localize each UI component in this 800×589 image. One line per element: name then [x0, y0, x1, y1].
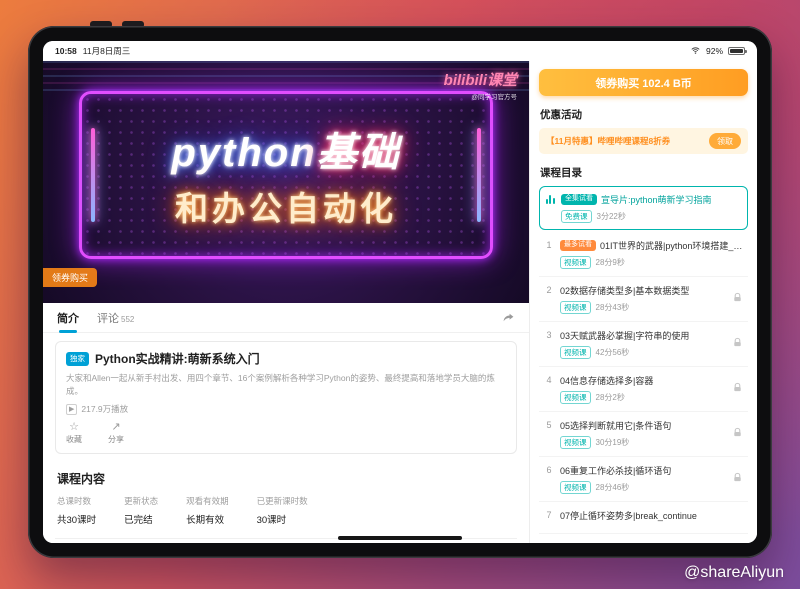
course-title: Python实战精讲:萌新系统入门	[95, 350, 260, 367]
buy-button[interactable]: 领券购买 102.4 B币	[539, 69, 748, 96]
tab-intro[interactable]: 简介	[57, 310, 79, 326]
star-icon: ☆	[69, 422, 79, 433]
lesson-row[interactable]: 7 07停止循环姿势多|break_continue	[539, 502, 748, 534]
lesson-row[interactable]: 4 04信息存储选择多|容器 视频课 28分2秒	[539, 367, 748, 412]
lesson-duration: 28分9秒	[596, 257, 625, 268]
lesson-row[interactable]: 6 06重复工作必杀技|循环语句 视频课 28分46秒	[539, 457, 748, 502]
coupon-text: 【11月特惠】哔哩哔哩课程8折券	[546, 135, 670, 147]
play-icon: ▶	[66, 404, 77, 415]
lesson-badge: 最多试看	[560, 240, 596, 251]
lesson-title: 06重复工作必杀技|循环语句	[560, 464, 722, 477]
lesson-duration: 42分56秒	[596, 347, 630, 358]
promo-title: 优惠活动	[540, 107, 747, 122]
lesson-row[interactable]: 2 02数据存储类型多|基本数据类型 视频课 28分43秒	[539, 277, 748, 322]
lesson-tag: 视频课	[560, 481, 591, 494]
section-course-content: 课程内容 总课时数 共30课时 更新状态 已完结 观看有效期 长期有效	[55, 462, 517, 532]
catalog-title: 课程目录	[540, 165, 747, 180]
neon-tube	[91, 128, 95, 222]
share-icon[interactable]	[502, 311, 515, 324]
lesson-number: 1	[544, 240, 554, 250]
main-panel: python基础 和办公自动化 bilibili课堂 @同学习官方号 领券购买 …	[43, 61, 529, 543]
lesson-title: 02数据存储类型多|基本数据类型	[560, 284, 722, 297]
neon-tube	[477, 128, 481, 222]
video-player[interactable]: python基础 和办公自动化 bilibili课堂 @同学习官方号 领券购买	[43, 61, 529, 303]
lesson-number: 6	[544, 465, 554, 475]
lesson-duration: 30分19秒	[596, 437, 630, 448]
content-item: 总课时数 共30课时	[57, 495, 96, 526]
lesson-number: 5	[544, 420, 554, 430]
lesson-tag: 视频课	[560, 391, 591, 404]
lesson-title: 01IT世界的武器|python环境搭建_第一个	[600, 239, 743, 252]
battery-icon	[728, 47, 745, 55]
share-button[interactable]: ↗ 分享	[108, 422, 124, 445]
lock-icon	[732, 290, 743, 308]
lesson-row[interactable]: 3 03天赋武器必掌握|字符串的使用 视频课 42分56秒	[539, 322, 748, 367]
status-date: 11月8日周三	[83, 45, 131, 57]
content-item: 观看有效期 长期有效	[186, 495, 229, 526]
coupon-tag-overlay[interactable]: 领券购买	[43, 268, 97, 287]
lesson-title: 05选择判断就用它|条件语句	[560, 419, 722, 432]
exclusive-badge: 独家	[66, 352, 89, 366]
lesson-number: 4	[544, 375, 554, 385]
neon-sign: python基础 和办公自动化	[79, 91, 493, 259]
tab-bar: 简介 评论552	[43, 303, 529, 333]
tablet-device: 10:58 11月8日周三 92%	[28, 26, 772, 558]
lesson-tag: 视频课	[560, 346, 591, 359]
lesson-number: 3	[544, 330, 554, 340]
bilibili-logo: bilibili课堂 @同学习官方号	[444, 69, 517, 101]
content-item: 更新状态 已完结	[124, 495, 158, 526]
lesson-number: 2	[544, 285, 554, 295]
lesson-tag: 视频课	[560, 436, 591, 449]
lesson-badge: 全集试看	[561, 194, 597, 205]
lesson-title: 宣导片:python萌新学习指南	[601, 193, 742, 206]
lock-icon	[732, 470, 743, 488]
lesson-duration: 28分46秒	[596, 482, 630, 493]
lesson-title: 04信息存储选择多|容器	[560, 374, 722, 387]
play-count: ▶ 217.9万播放	[66, 403, 506, 415]
lesson-tag: 免费课	[561, 210, 592, 223]
lesson-row[interactable]: 1 最多试看 01IT世界的武器|python环境搭建_第一个 视频课 28分9…	[539, 232, 748, 277]
battery-percent: 92%	[706, 46, 723, 56]
lesson-list: 全集试看 宣导片:python萌新学习指南 免费课 3分22秒 1 最多试看 0…	[539, 186, 748, 534]
sidebar: 领券购买 102.4 B币 优惠活动 【11月特惠】哔哩哔哩课程8折券 领取 课…	[529, 61, 757, 543]
coupon-banner[interactable]: 【11月特惠】哔哩哔哩课程8折券 领取	[539, 128, 748, 154]
comments-count: 552	[121, 315, 134, 324]
lesson-duration: 28分2秒	[596, 392, 625, 403]
playing-icon	[545, 194, 555, 204]
course-description: 大家和Allen一起从新手村出发、用四个章节、16个案例解析各种学习Python…	[66, 372, 506, 398]
course-card: 独家 Python实战精讲:萌新系统入门 大家和Allen一起从新手村出发、用四…	[55, 341, 517, 454]
claim-button[interactable]: 领取	[709, 133, 741, 149]
lesson-number: 7	[544, 510, 554, 520]
screen: 10:58 11月8日周三 92%	[43, 41, 757, 543]
tab-comments[interactable]: 评论552	[97, 310, 134, 326]
neon-title-line1: python基础	[171, 120, 400, 178]
lock-icon	[732, 335, 743, 353]
home-indicator[interactable]	[338, 536, 462, 540]
watermark: @shareAliyun	[684, 564, 784, 582]
lesson-duration: 28分43秒	[596, 302, 630, 313]
lock-icon	[732, 380, 743, 398]
lesson-title: 07停止循环姿势多|break_continue	[560, 509, 743, 522]
lesson-tag: 视频课	[560, 256, 591, 269]
status-time: 10:58	[55, 46, 77, 56]
lesson-tag: 视频课	[560, 301, 591, 314]
lesson-title: 03天赋武器必掌握|字符串的使用	[560, 329, 722, 342]
lesson-row[interactable]: 5 05选择判断就用它|条件语句 视频课 30分19秒	[539, 412, 748, 457]
course-content-title: 课程内容	[57, 470, 515, 487]
neon-title-line2: 和办公自动化	[175, 182, 397, 230]
lock-icon	[732, 425, 743, 443]
content-item: 已更新课时数 30课时	[257, 495, 308, 526]
status-bar: 10:58 11月8日周三 92%	[43, 41, 757, 61]
wifi-icon	[690, 46, 701, 57]
lesson-row[interactable]: 全集试看 宣导片:python萌新学习指南 免费课 3分22秒	[539, 186, 748, 230]
collect-button[interactable]: ☆ 收藏	[66, 422, 82, 445]
share-arrow-icon: ↗	[111, 422, 120, 433]
lesson-duration: 3分22秒	[597, 211, 626, 222]
